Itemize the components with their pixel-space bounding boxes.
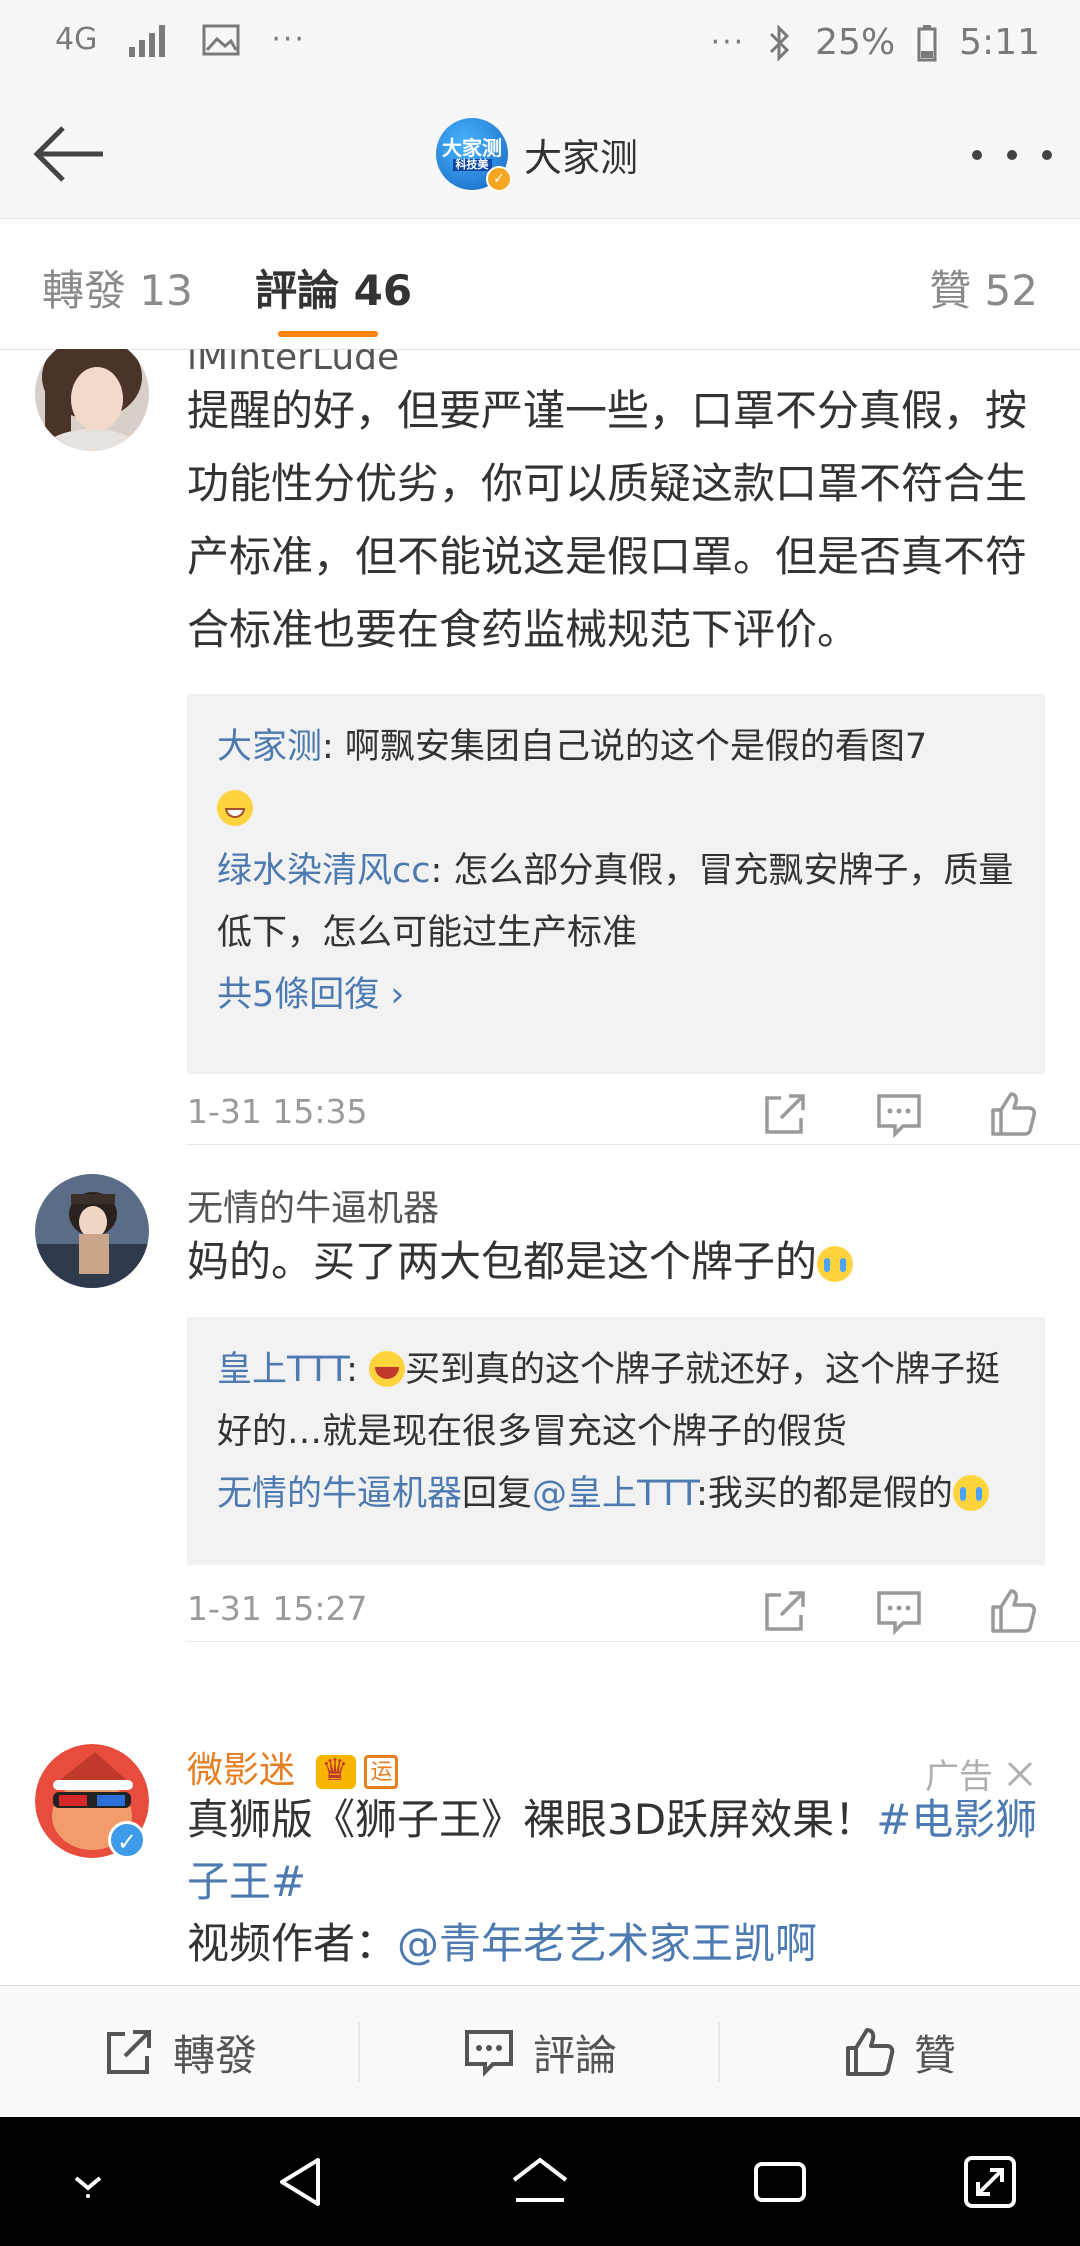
reply-preview[interactable]: 大家测: 啊飘安集团自己说的这个是假的看图7 绿水染清风cc: 怎么部分真假，冒… [187, 694, 1045, 1074]
reply-item: 无情的牛逼机器回复@皇上TTT:我买的都是假的 [217, 1463, 1015, 1525]
bluetooth-icon [770, 23, 790, 62]
ad-username: 微影迷 运 [187, 1741, 399, 1793]
luck-badge-icon: 运 [364, 1755, 399, 1789]
bottom-action-bar: 轉發 評論 贊 [0, 1985, 1080, 2118]
comment-text: 提醒的好，但要严谨一些，口罩不分真假，按功能性分优劣，你可以质疑这款口罩不符合生… [187, 386, 1028, 654]
status-bar: 4G ··· ··· 25% 5:11 [0, 0, 1080, 90]
share-icon[interactable] [759, 1088, 811, 1140]
comment-meta: 1-31 15:27 [187, 1581, 1047, 1641]
reply-username[interactable]: 大家测 [217, 727, 322, 767]
author-mention-link[interactable]: @青年老艺术家王凯啊 [397, 1919, 817, 1968]
laugh-emoji-icon [369, 1351, 405, 1387]
repost-button[interactable]: 轉發 [0, 1986, 360, 2118]
active-tab-indicator [278, 331, 378, 337]
dot-icon [1007, 150, 1017, 160]
reply-preview[interactable]: 皇上TTT: 买到真的这个牌子就还好，这个牌子挺好的…就是现在很多冒充这个牌子的… [187, 1317, 1045, 1565]
reply-username[interactable]: 无情的牛逼机器 [217, 1474, 462, 1514]
back-nav-icon[interactable] [272, 2152, 332, 2212]
home-nav-icon[interactable] [510, 2152, 570, 2212]
image-icon [202, 24, 240, 55]
signal-icon [129, 24, 166, 57]
account-avatar[interactable]: 大家测 科技美 ✓ [436, 118, 512, 192]
repost-icon [106, 2030, 151, 2074]
divider [187, 1641, 1080, 1642]
tab-comments[interactable]: 評論 46 [255, 257, 412, 318]
fullscreen-icon[interactable] [960, 2152, 1020, 2212]
battery-icon [917, 24, 937, 61]
avatar[interactable] [35, 1174, 149, 1288]
hide-keyboard-icon[interactable] [58, 2152, 118, 2212]
comment-button[interactable]: 評論 [360, 1986, 720, 2118]
reply-item: 绿水染清风cc: 怎么部分真假，冒充飘安牌子，质量低下，怎么可能过生产标准 [217, 851, 1014, 953]
comment-icon[interactable] [873, 1585, 925, 1637]
tab-likes[interactable]: 贊 52 [929, 257, 1038, 318]
reply-mention[interactable]: @皇上TTT [532, 1474, 696, 1514]
more-replies-link[interactable]: 共5條回復 › [217, 964, 1015, 1026]
system-nav-bar [0, 2117, 1080, 2246]
title-bar: 大家测 科技美 ✓ 大家测 [0, 90, 1080, 219]
page-title: 大家测 [524, 135, 639, 180]
close-icon[interactable] [1005, 1759, 1035, 1789]
verified-badge-icon: ✓ [108, 1821, 146, 1859]
reply-username[interactable]: 皇上TTT [217, 1350, 346, 1390]
like-icon[interactable] [987, 1088, 1039, 1140]
vip-crown-icon [316, 1753, 357, 1789]
comment-icon [464, 2030, 513, 2077]
comment-username[interactable]: 无情的牛逼机器 [187, 1179, 439, 1231]
comment-icon[interactable] [873, 1088, 925, 1140]
comment-time: 1-31 15:27 [187, 1589, 368, 1628]
back-button[interactable] [24, 114, 114, 194]
reply-item: 皇上TTT: 买到真的这个牌子就还好，这个牌子挺好的…就是现在很多冒充这个牌子的… [217, 1350, 1001, 1452]
more-notifications-icon: ··· [271, 22, 306, 57]
back-arrow-icon [33, 126, 103, 182]
share-icon[interactable] [759, 1585, 811, 1637]
ad-text: 真狮版《狮子王》裸眼3D跃屏效果！#电影狮子王# 视频作者：@青年老艺术家王凯啊 [187, 1795, 1038, 1968]
reply-username[interactable]: 绿水染清风cc [217, 851, 431, 891]
comment-text: 妈的。买了两大包都是这个牌子的 [187, 1225, 1047, 1298]
recent-apps-icon[interactable] [750, 2152, 810, 2212]
dot-icon [1042, 150, 1052, 160]
reply-item: 大家测: 啊飘安集团自己说的这个是假的看图7 [217, 716, 1015, 840]
divider [187, 1144, 1080, 1145]
more-options-button[interactable] [972, 130, 1052, 180]
comment-time: 1-31 15:35 [187, 1092, 368, 1131]
more-status-icon: ··· [710, 25, 746, 60]
account-title[interactable]: 大家测 科技美 ✓ 大家测 [436, 118, 639, 192]
avatar[interactable] [35, 349, 149, 451]
tab-reposts[interactable]: 轉發 13 [42, 257, 193, 318]
like-icon[interactable] [987, 1585, 1039, 1637]
like-button[interactable]: 贊 [720, 1986, 1080, 2118]
like-icon [845, 2028, 895, 2076]
verified-badge-icon: ✓ [486, 166, 512, 192]
cry-emoji-icon [817, 1246, 854, 1282]
grin-emoji-icon [217, 790, 253, 826]
battery-percent: 25% [815, 22, 896, 63]
dot-icon [972, 150, 982, 160]
comment-list: iMinterLude 提醒的好，但要严谨一些，口罩不分真假，按功能性分优劣，你… [0, 349, 1080, 1985]
cry-emoji-icon [952, 1475, 989, 1511]
tab-bar: 轉發 13 評論 46 贊 52 [0, 219, 1080, 350]
comment-meta: 1-31 15:35 [187, 1084, 1047, 1144]
network-label: 4G [55, 22, 98, 57]
clock: 5:11 [959, 22, 1040, 63]
